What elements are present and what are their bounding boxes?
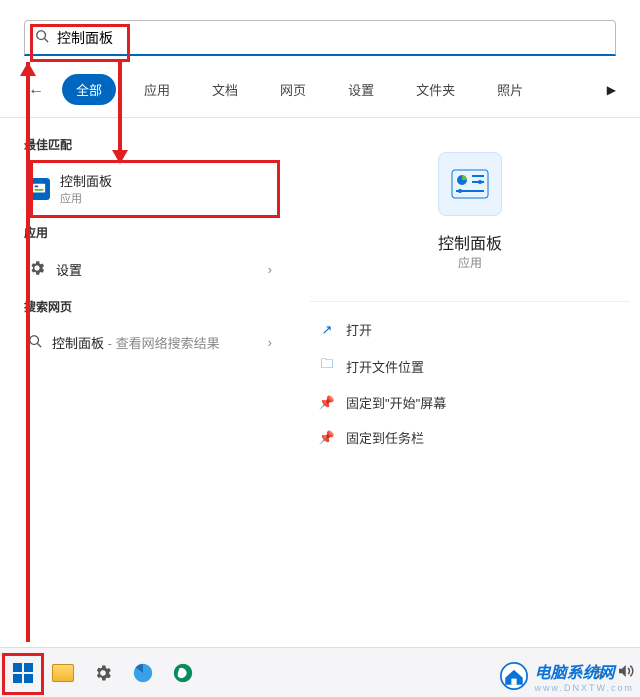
detail-action-open-location[interactable]: 🗀 打开文件位置 bbox=[310, 347, 630, 385]
result-app-settings[interactable]: 设置 › bbox=[16, 251, 284, 288]
detail-action-open[interactable]: ↗ 打开 bbox=[310, 312, 630, 347]
search-input[interactable] bbox=[57, 30, 605, 46]
detail-pane: 控制面板 应用 ↗ 打开 🗀 打开文件位置 📌 固定到"开始"屏幕 📌 固定到任… bbox=[300, 118, 640, 479]
back-button[interactable]: ← bbox=[24, 77, 48, 103]
taskbar-settings[interactable] bbox=[86, 656, 120, 690]
gear-icon bbox=[28, 259, 46, 280]
result-best-match[interactable]: 控制面板 应用 bbox=[16, 163, 284, 214]
search-icon bbox=[28, 334, 42, 351]
section-best-match: 最佳匹配 bbox=[0, 128, 300, 161]
result-title: 设置 bbox=[56, 260, 82, 279]
tab-all[interactable]: 全部 bbox=[62, 74, 116, 105]
explorer-icon bbox=[52, 664, 74, 682]
search-icon bbox=[35, 29, 49, 46]
browser-icon bbox=[132, 662, 154, 684]
pin-icon: 📌 bbox=[318, 430, 336, 446]
folder-icon: 🗀 bbox=[318, 355, 336, 377]
result-suffix: - 查看网络搜索结果 bbox=[104, 336, 220, 351]
detail-title: 控制面板 bbox=[310, 230, 630, 254]
result-title: 控制面板 bbox=[60, 171, 112, 190]
taskbar-app-2[interactable] bbox=[166, 656, 200, 690]
chevron-right-icon: › bbox=[268, 262, 272, 277]
detail-icon bbox=[438, 152, 502, 216]
tab-folders[interactable]: 文件夹 bbox=[402, 74, 469, 105]
pin-icon: 📌 bbox=[318, 395, 336, 411]
start-button[interactable] bbox=[6, 656, 40, 690]
tab-settings[interactable]: 设置 bbox=[334, 74, 388, 105]
tab-web[interactable]: 网页 bbox=[266, 74, 320, 105]
detail-subtitle: 应用 bbox=[310, 254, 630, 271]
result-subtitle: 应用 bbox=[60, 190, 112, 206]
tab-docs[interactable]: 文档 bbox=[198, 74, 252, 105]
action-label: 打开 bbox=[346, 320, 372, 339]
result-title: 控制面板 bbox=[52, 336, 104, 351]
results-list: 最佳匹配 控制面板 应用 应用 设置 › 搜索网页 bbox=[0, 118, 300, 479]
gear-icon bbox=[93, 663, 113, 683]
section-apps: 应用 bbox=[0, 216, 300, 249]
action-label: 固定到任务栏 bbox=[346, 428, 424, 447]
open-icon: ↗ bbox=[318, 322, 336, 338]
windows-icon bbox=[13, 663, 33, 683]
search-panel: ← 全部 应用 文档 网页 设置 文件夹 照片 ▶ 最佳匹配 控制面板 应用 应… bbox=[0, 0, 640, 647]
control-panel-icon bbox=[28, 178, 50, 200]
more-tabs-button[interactable]: ▶ bbox=[607, 83, 616, 97]
result-web-search[interactable]: 控制面板 - 查看网络搜索结果 › bbox=[16, 325, 284, 360]
app-icon bbox=[172, 662, 194, 684]
taskbar-explorer[interactable] bbox=[46, 656, 80, 690]
ime-indicator[interactable]: あ bbox=[593, 663, 606, 682]
tab-photos[interactable]: 照片 bbox=[483, 74, 537, 105]
detail-action-pin-start[interactable]: 📌 固定到"开始"屏幕 bbox=[310, 385, 630, 420]
search-box[interactable] bbox=[24, 20, 616, 56]
taskbar: ^ あ bbox=[0, 647, 640, 697]
volume-icon[interactable] bbox=[616, 662, 634, 683]
action-label: 打开文件位置 bbox=[346, 357, 424, 376]
filter-tabs: ← 全部 应用 文档 网页 设置 文件夹 照片 ▶ bbox=[0, 66, 640, 118]
taskbar-app-1[interactable] bbox=[126, 656, 160, 690]
action-label: 固定到"开始"屏幕 bbox=[346, 393, 446, 412]
chevron-right-icon: › bbox=[268, 335, 272, 350]
detail-action-pin-taskbar[interactable]: 📌 固定到任务栏 bbox=[310, 420, 630, 455]
tray-overflow[interactable]: ^ bbox=[577, 665, 583, 680]
tab-apps[interactable]: 应用 bbox=[130, 74, 184, 105]
section-web: 搜索网页 bbox=[0, 290, 300, 323]
system-tray: ^ あ bbox=[577, 662, 634, 683]
